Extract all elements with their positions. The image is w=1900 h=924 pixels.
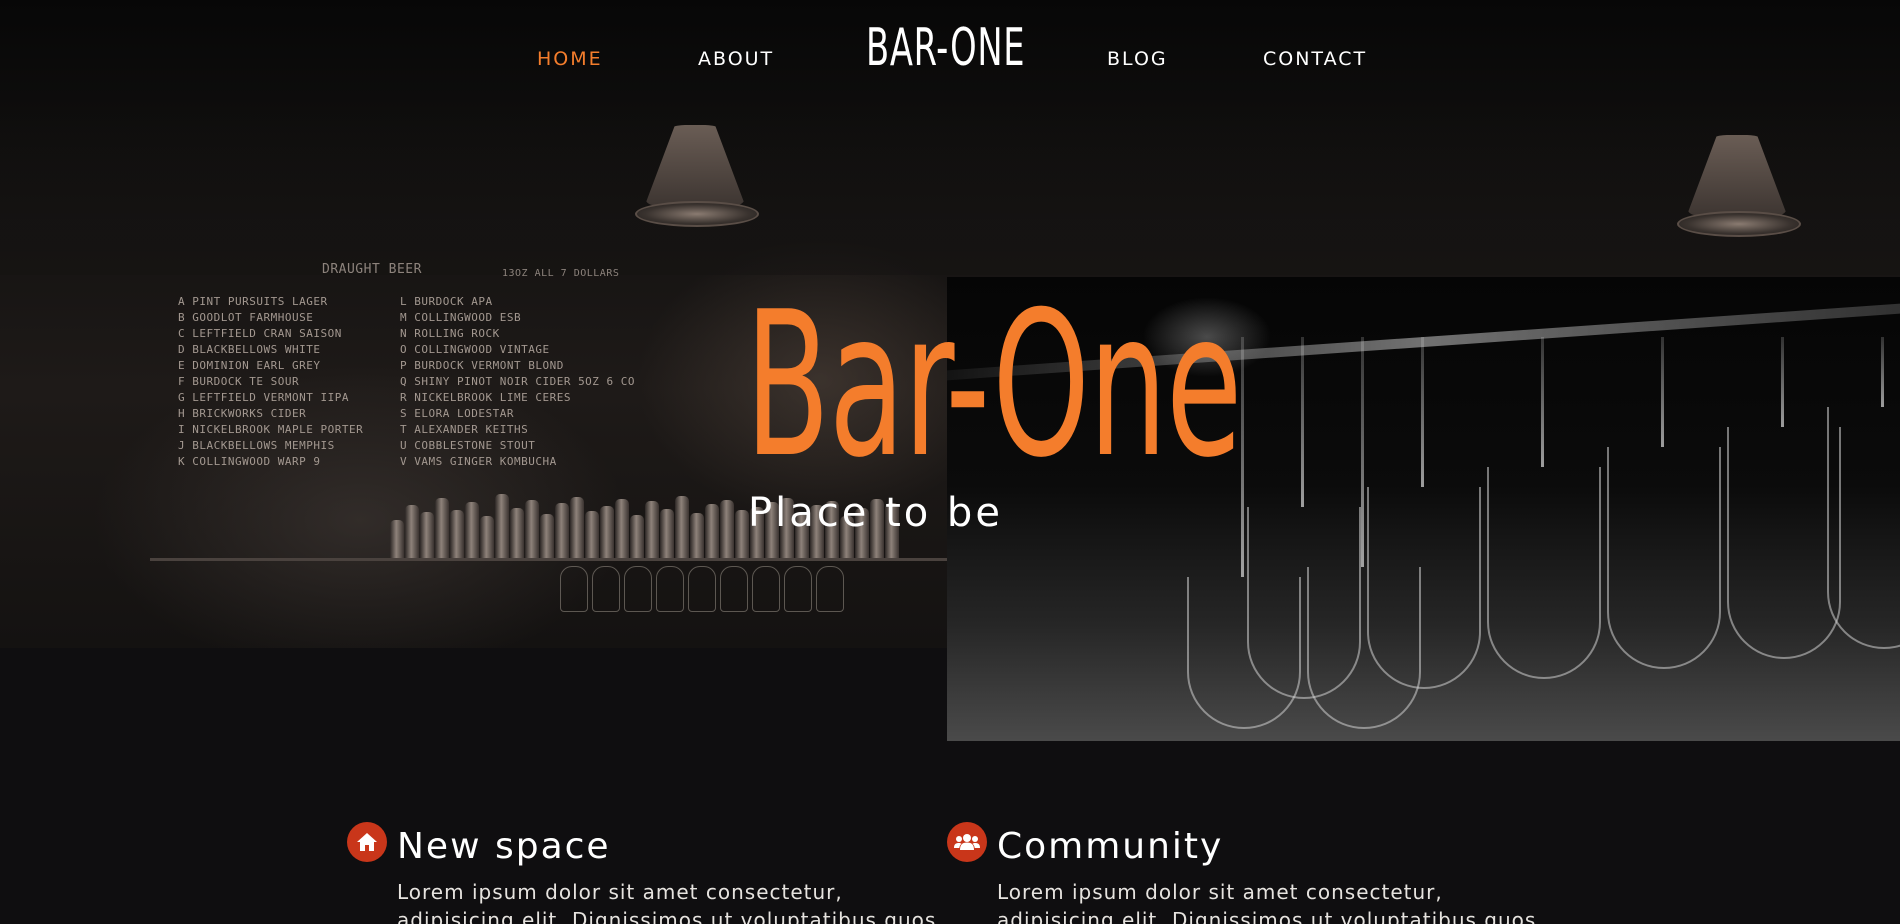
nav-blog-link[interactable]: BLOG bbox=[1107, 48, 1168, 70]
pendant-lamp-icon bbox=[625, 105, 765, 235]
bottle-shape bbox=[420, 512, 434, 560]
page: DRAUGHT BEER 13OZ ALL 7 DOLLARS A PINT P… bbox=[0, 0, 1900, 924]
glass-stem-shape bbox=[1881, 337, 1884, 407]
glass-stem-shape bbox=[1361, 337, 1364, 567]
board-item: E DOMINION EARL GREY bbox=[178, 359, 321, 372]
nav-contact-link[interactable]: CONTACT bbox=[1263, 48, 1367, 70]
bottle-shape bbox=[615, 499, 629, 560]
board-subtitle: 13OZ ALL 7 DOLLARS bbox=[502, 268, 620, 279]
glass-shape bbox=[720, 566, 748, 612]
wine-glass-shape bbox=[1487, 467, 1601, 679]
hero-subtitle: Place to be bbox=[748, 490, 1003, 536]
bottle-shape bbox=[585, 511, 599, 560]
bottle-shape bbox=[600, 506, 614, 560]
glass-stem-shape bbox=[1781, 337, 1784, 427]
nav-about-link[interactable]: ABOUT bbox=[698, 48, 774, 70]
glass-stem-shape bbox=[1421, 337, 1424, 487]
bottle-shape bbox=[525, 500, 539, 560]
glass-shape bbox=[816, 566, 844, 612]
glass-stem-shape bbox=[1541, 337, 1544, 467]
bottle-shape bbox=[405, 505, 419, 560]
board-item: L BURDOCK APA bbox=[400, 295, 493, 308]
bottle-shape bbox=[450, 510, 464, 560]
board-item: F BURDOCK TE SOUR bbox=[178, 375, 300, 388]
feature-title: New space bbox=[397, 826, 611, 867]
board-item: M COLLINGWOOD ESB bbox=[400, 311, 522, 324]
site-logo[interactable]: BAR-ONE bbox=[866, 22, 1025, 74]
wine-glass-shape bbox=[1607, 447, 1721, 669]
board-item: J BLACKBELLOWS MEMPHIS bbox=[178, 439, 335, 452]
board-title: DRAUGHT BEER bbox=[322, 262, 422, 277]
board-item: N ROLLING ROCK bbox=[400, 327, 500, 340]
wine-glass-shape bbox=[1307, 567, 1421, 729]
feature-text: Lorem ipsum dolor sit amet consectetur, … bbox=[397, 880, 937, 924]
board-item: G LEFTFIELD VERMONT IIPA bbox=[178, 391, 349, 404]
board-item: T ALEXANDER KEITHS bbox=[400, 423, 529, 436]
board-item: A PINT PURSUITS LAGER bbox=[178, 295, 328, 308]
wine-glass-shape bbox=[1187, 577, 1301, 729]
bottle-shape bbox=[465, 502, 479, 560]
shelf-divider bbox=[150, 558, 950, 561]
bottle-shape bbox=[435, 498, 449, 560]
bottle-shape bbox=[570, 497, 584, 560]
feature-text: Lorem ipsum dolor sit amet consectetur, … bbox=[997, 880, 1537, 924]
draught-beer-board: DRAUGHT BEER 13OZ ALL 7 DOLLARS A PINT P… bbox=[172, 262, 672, 492]
board-item: R NICKELBROOK LIME CERES bbox=[400, 391, 571, 404]
hero-title: Bar-One bbox=[745, 269, 1242, 502]
bottle-shape bbox=[660, 509, 674, 560]
board-item: D BLACKBELLOWS WHITE bbox=[178, 343, 321, 356]
feature-title: Community bbox=[997, 826, 1224, 867]
bottle-shape bbox=[480, 516, 494, 560]
users-icon bbox=[947, 822, 987, 862]
board-item: O COLLINGWOOD VINTAGE bbox=[400, 343, 550, 356]
bottle-shape bbox=[555, 503, 569, 560]
home-icon bbox=[347, 822, 387, 862]
board-item: K COLLINGWOOD WARP 9 bbox=[178, 455, 321, 468]
glass-shape bbox=[624, 566, 652, 612]
bottle-shape bbox=[390, 520, 404, 560]
board-item: S ELORA LODESTAR bbox=[400, 407, 514, 420]
wine-glass-shape bbox=[1827, 407, 1900, 649]
bottle-shape bbox=[495, 494, 509, 560]
glass-row bbox=[560, 566, 860, 626]
board-item: I NICKELBROOK MAPLE PORTER bbox=[178, 423, 364, 436]
board-item: B GOODLOT FARMHOUSE bbox=[178, 311, 314, 324]
glass-shape bbox=[688, 566, 716, 612]
bottle-shape bbox=[720, 500, 734, 560]
glass-shape bbox=[592, 566, 620, 612]
board-column-right: L BURDOCK APA M COLLINGWOOD ESB N ROLLIN… bbox=[400, 294, 635, 470]
glass-stem-shape bbox=[1301, 337, 1304, 507]
bottle-shape bbox=[630, 515, 644, 560]
pendant-lamp-icon bbox=[1667, 115, 1807, 245]
board-item: C LEFTFIELD CRAN SAISON bbox=[178, 327, 342, 340]
nav-home-link[interactable]: HOME bbox=[537, 48, 603, 70]
board-item: H BRICKWORKS CIDER bbox=[178, 407, 307, 420]
main-navigation: HOME ABOUT BAR-ONE BLOG CONTACT bbox=[0, 0, 1900, 110]
bottle-shape bbox=[675, 496, 689, 560]
glass-shape bbox=[784, 566, 812, 612]
wine-glass-shape bbox=[1727, 427, 1841, 659]
bottle-shape bbox=[735, 510, 749, 560]
bottle-shape bbox=[705, 504, 719, 560]
board-column-left: A PINT PURSUITS LAGER B GOODLOT FARMHOUS… bbox=[178, 294, 363, 470]
glass-shape bbox=[560, 566, 588, 612]
ceiling-shadow bbox=[0, 105, 1900, 275]
bottle-shape bbox=[540, 514, 554, 560]
bottle-shape bbox=[690, 513, 704, 560]
glass-shape bbox=[656, 566, 684, 612]
board-item: Q SHINY PINOT NOIR CIDER 5OZ 6 CO bbox=[400, 375, 636, 388]
board-item: P BURDOCK VERMONT BLOND bbox=[400, 359, 564, 372]
board-item: V VAMS GINGER KOMBUCHA bbox=[400, 455, 557, 468]
board-item: U COBBLESTONE STOUT bbox=[400, 439, 536, 452]
glass-stem-shape bbox=[1661, 337, 1664, 447]
glass-shape bbox=[752, 566, 780, 612]
bottle-shape bbox=[510, 508, 524, 560]
glass-stem-shape bbox=[1241, 337, 1244, 577]
bottle-shape bbox=[645, 501, 659, 560]
